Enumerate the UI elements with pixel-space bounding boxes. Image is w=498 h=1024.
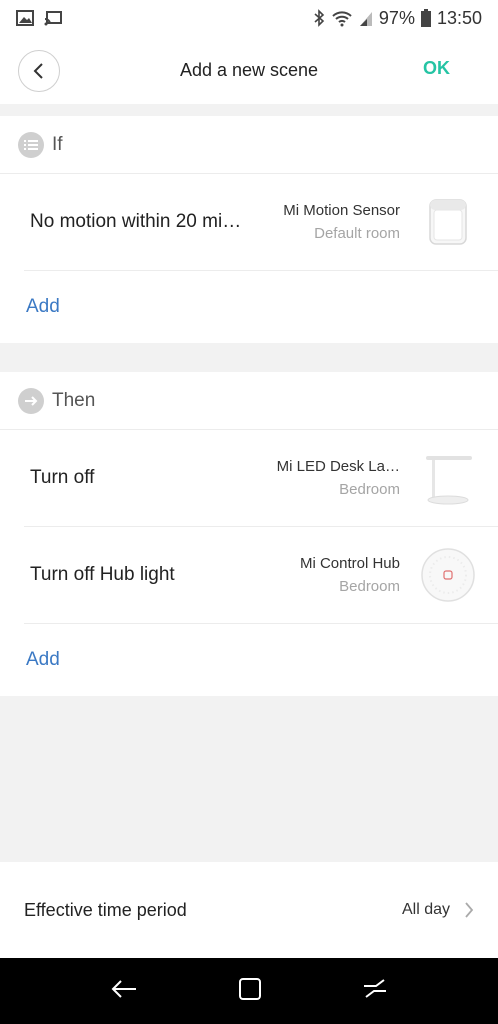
action-title: Turn off [30,467,95,488]
bluetooth-icon [313,9,325,27]
action-row[interactable]: Turn off Hub light Mi Control Hub Bedroo… [24,527,498,624]
if-label: If [52,133,63,155]
chevron-left-icon [33,63,43,79]
desk-lamp-icon [418,448,478,508]
ok-button[interactable]: OK [423,58,450,79]
battery-icon [420,9,431,27]
arrow-right-icon [18,387,44,414]
then-section-header: Then [0,372,498,430]
chevron-right-icon [465,902,474,918]
period-value: All day [401,901,450,918]
condition-row[interactable]: No motion within 20 mi… Mi Motion Sensor… [24,174,498,271]
nav-home-icon[interactable] [237,976,263,1007]
device-name: Mi LED Desk La… [276,458,400,475]
then-add-row: Add [0,624,498,696]
control-hub-icon [418,545,478,605]
device-room: Bedroom [339,578,400,595]
if-section-header: If [0,116,498,174]
image-icon [16,10,34,26]
period-label: Effective time period [24,899,187,920]
clock: 13:50 [436,7,482,28]
add-action-button[interactable]: Add [26,649,60,671]
screen: 97% 13:50 Add a new scene OK If No motio… [0,0,498,1024]
device-room: Bedroom [339,481,400,498]
device-name: Mi Motion Sensor [283,202,400,219]
device-name: Mi Control Hub [299,555,400,572]
device-room: Default room [314,225,400,242]
device-info: Mi Control Hub Bedroom [300,552,400,598]
action-title: Turn off Hub light [30,564,175,585]
motion-sensor-icon [418,192,478,252]
effective-time-period-row[interactable]: Effective time period All day [0,862,498,958]
page-title: Add a new scene [179,59,319,80]
back-button[interactable] [18,50,60,92]
device-info: Mi LED Desk La… Bedroom [277,455,400,501]
wifi-icon [331,9,353,27]
add-condition-button[interactable]: Add [26,296,60,318]
nav-back-icon[interactable] [110,977,138,1006]
list-icon [18,131,44,158]
system-nav-bar [0,958,498,1024]
device-info: Mi Motion Sensor Default room [283,199,400,245]
app-header: Add a new scene OK [0,36,498,104]
condition-title: No motion within 20 mi… [30,211,242,232]
nav-recents-icon[interactable] [362,977,388,1006]
if-add-row: Add [0,271,498,343]
if-section: If No motion within 20 mi… Mi Motion Sen… [0,116,498,343]
action-row[interactable]: Turn off Mi LED Desk La… Bedroom [24,430,498,527]
signal-icon [359,9,373,27]
battery-percent: 97% [378,7,415,28]
then-label: Then [52,389,96,411]
cast-icon [44,10,62,26]
status-bar: 97% 13:50 [0,0,498,36]
then-section: Then Turn off Mi LED Desk La… Bedroom Tu… [0,372,498,696]
